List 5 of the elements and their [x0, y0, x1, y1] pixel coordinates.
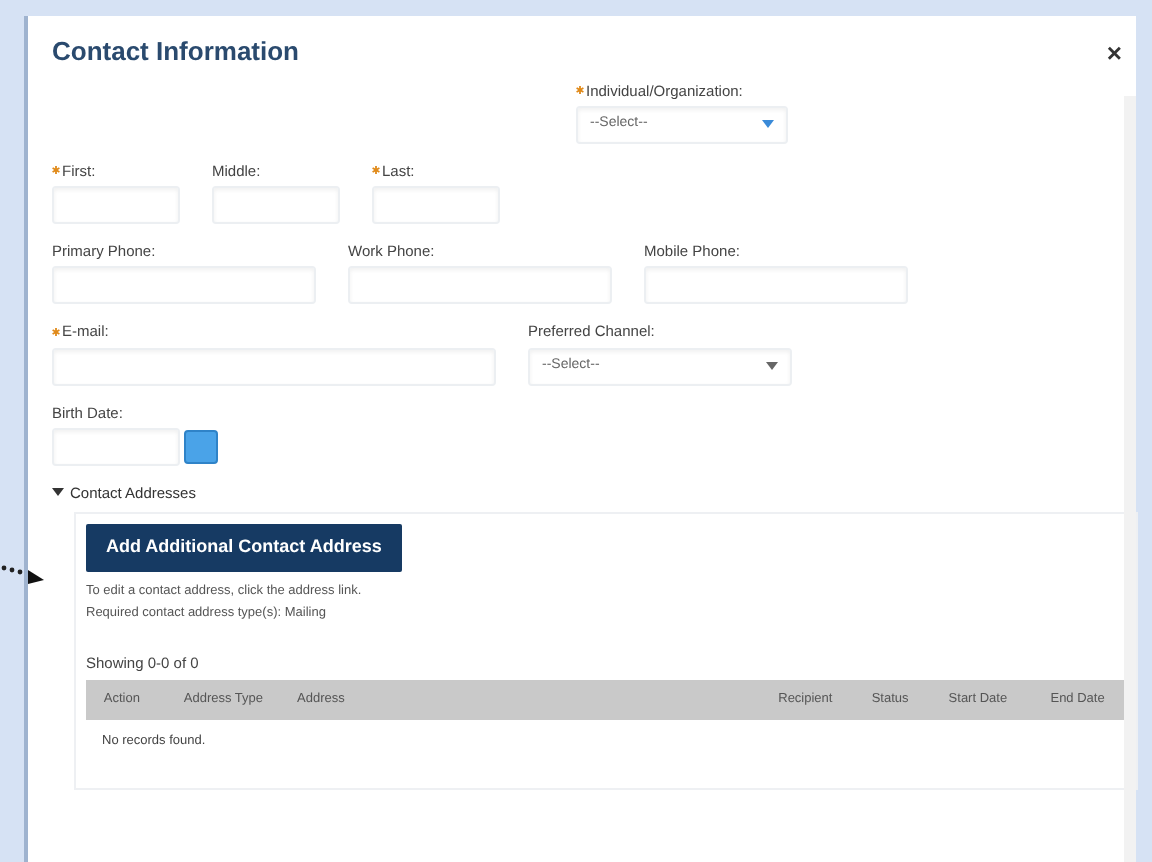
- collapse-icon[interactable]: [52, 488, 64, 497]
- dialog-title: Contact Information: [52, 36, 301, 68]
- pointer-icon: [0, 562, 48, 586]
- close-button[interactable]: ×: [1100, 40, 1128, 66]
- add-address-button[interactable]: Add Additional Contact Address: [86, 524, 402, 572]
